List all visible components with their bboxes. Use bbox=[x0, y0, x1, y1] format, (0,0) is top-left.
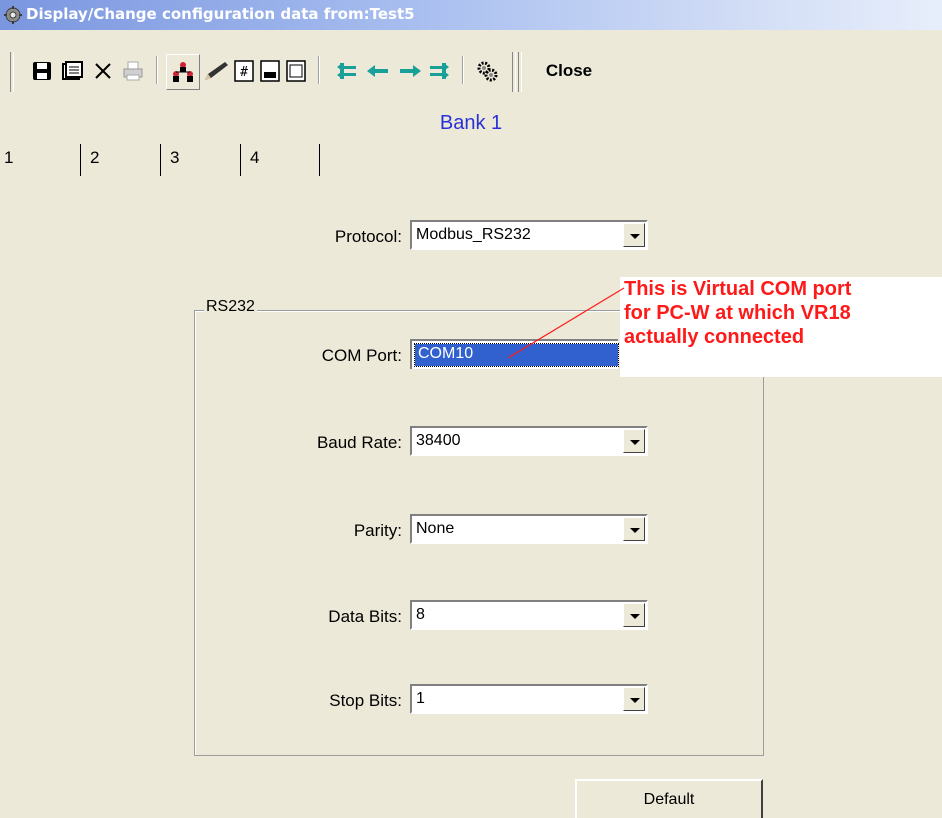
chevron-down-icon bbox=[630, 440, 640, 445]
toolbar-separator bbox=[156, 56, 158, 84]
stop-bits-dropdown-button[interactable] bbox=[623, 687, 645, 711]
tab-label: 4 bbox=[250, 148, 260, 167]
document-icon bbox=[286, 60, 306, 82]
first-record-button[interactable] bbox=[336, 54, 358, 88]
data-bits-dropdown-button[interactable] bbox=[623, 603, 645, 627]
toolbar-grip[interactable] bbox=[10, 52, 14, 92]
last-icon bbox=[430, 63, 449, 79]
default-button[interactable]: Default bbox=[575, 779, 763, 818]
com-port-value: COM10 bbox=[418, 345, 474, 362]
toolbar-separator bbox=[318, 56, 320, 84]
page-icon bbox=[260, 60, 280, 82]
prev-icon bbox=[367, 65, 388, 77]
parity-select[interactable]: None bbox=[410, 514, 648, 544]
chevron-down-icon bbox=[630, 698, 640, 703]
next-record-button[interactable] bbox=[398, 54, 422, 88]
print-button[interactable] bbox=[120, 54, 146, 88]
baud-rate-value: 38400 bbox=[416, 432, 461, 449]
protocol-label: Protocol: bbox=[334, 227, 402, 246]
stop-bits-label: Stop Bits: bbox=[329, 691, 402, 710]
com-port-select[interactable]: COM10 bbox=[410, 339, 619, 369]
stop-bits-value: 1 bbox=[416, 690, 425, 707]
chevron-down-icon bbox=[630, 234, 640, 239]
chevron-down-icon bbox=[630, 614, 640, 619]
annotation-line: for PC-W at which VR18 bbox=[624, 302, 851, 324]
protocol-select[interactable]: Modbus_RS232 bbox=[410, 220, 648, 250]
window-title: Display/Change configuration data from:T… bbox=[26, 5, 415, 23]
data-bits-label: Data Bits: bbox=[328, 607, 402, 626]
edit-button[interactable] bbox=[202, 54, 230, 88]
title-bar[interactable]: Display/Change configuration data from:T… bbox=[0, 0, 942, 30]
tab-label: 3 bbox=[170, 148, 180, 167]
network-icon bbox=[173, 62, 193, 82]
tab-strip: 1 2 3 4 bbox=[0, 140, 942, 178]
close-label: Close bbox=[545, 61, 593, 80]
copy-icon bbox=[62, 61, 83, 80]
stop-bits-select[interactable]: 1 bbox=[410, 684, 648, 714]
delete-icon bbox=[95, 63, 111, 79]
parity-dropdown-button[interactable] bbox=[623, 517, 645, 541]
page-button[interactable] bbox=[258, 54, 282, 88]
settings-button[interactable] bbox=[474, 54, 500, 88]
toolbar-grip[interactable] bbox=[518, 52, 522, 92]
number-icon: # bbox=[234, 60, 254, 82]
bank-title: Bank 1 bbox=[439, 112, 503, 134]
pencil-icon bbox=[205, 62, 228, 80]
parity-value: None bbox=[416, 520, 455, 537]
chevron-down-icon bbox=[630, 528, 640, 533]
tab-label: 1 bbox=[4, 148, 14, 167]
protocol-dropdown-button[interactable] bbox=[623, 223, 645, 247]
rs232-group-title: RS232 bbox=[204, 298, 257, 316]
save-button[interactable] bbox=[30, 54, 54, 88]
settings-icon bbox=[477, 61, 498, 82]
gear-icon bbox=[4, 6, 22, 24]
protocol-value: Modbus_RS232 bbox=[416, 226, 531, 243]
last-record-button[interactable] bbox=[428, 54, 450, 88]
save-icon bbox=[33, 62, 51, 80]
toolbar: # Close bbox=[0, 36, 942, 106]
baud-rate-select[interactable]: 38400 bbox=[410, 426, 648, 456]
record-button[interactable] bbox=[284, 54, 308, 88]
baud-rate-dropdown-button[interactable] bbox=[623, 429, 645, 453]
data-bits-select[interactable]: 8 bbox=[410, 600, 648, 630]
print-icon bbox=[123, 61, 143, 81]
svg-text:#: # bbox=[240, 65, 248, 80]
network-button[interactable] bbox=[166, 54, 200, 90]
toolbar-grip[interactable] bbox=[512, 52, 516, 92]
close-button[interactable]: Close bbox=[534, 54, 604, 88]
tab-label: 2 bbox=[90, 148, 100, 167]
tab-4[interactable]: 4 bbox=[240, 140, 320, 178]
parity-label: Parity: bbox=[353, 521, 402, 540]
annotation-line: actually connected bbox=[624, 326, 805, 348]
com-port-label: COM Port: bbox=[321, 346, 402, 365]
data-bits-value: 8 bbox=[416, 606, 425, 623]
copy-button[interactable] bbox=[60, 54, 86, 88]
baud-rate-label: Baud Rate: bbox=[316, 433, 402, 452]
next-icon bbox=[400, 65, 421, 77]
tab-2[interactable]: 2 bbox=[80, 140, 160, 178]
previous-record-button[interactable] bbox=[366, 54, 390, 88]
tab-3[interactable]: 3 bbox=[160, 140, 240, 178]
delete-button[interactable] bbox=[92, 54, 114, 88]
annotation-line: This is Virtual COM port bbox=[624, 278, 852, 300]
annotation-callout: This is Virtual COM port for PC-W at whi… bbox=[620, 277, 942, 377]
tab-1[interactable]: 1 bbox=[0, 140, 80, 178]
toolbar-separator bbox=[462, 56, 464, 84]
first-icon bbox=[337, 63, 356, 79]
number-button[interactable]: # bbox=[232, 54, 256, 88]
